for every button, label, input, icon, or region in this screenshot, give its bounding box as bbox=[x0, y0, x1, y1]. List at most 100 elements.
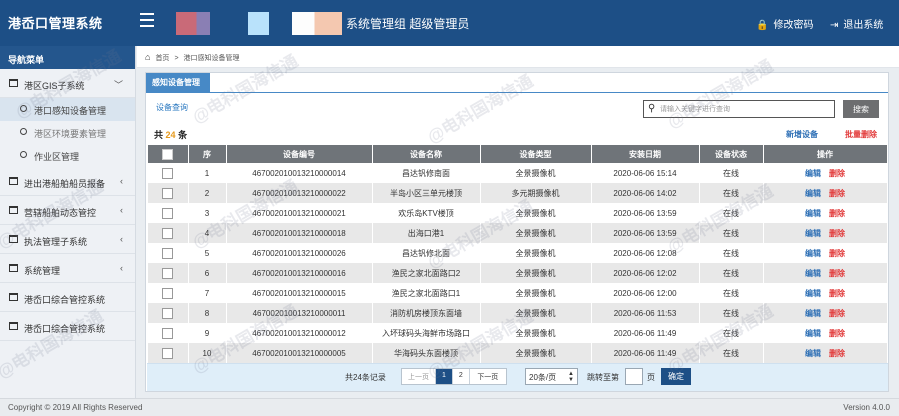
row-index: 6 bbox=[188, 263, 227, 283]
batch-delete-button[interactable]: 批量删除 bbox=[845, 129, 877, 140]
sidebar-group-port-control-1[interactable]: 港岙口综合管控系统 bbox=[0, 283, 135, 312]
edit-button[interactable]: 编辑 bbox=[805, 289, 821, 298]
delete-button[interactable]: 删除 bbox=[829, 349, 845, 358]
edit-button[interactable]: 编辑 bbox=[805, 249, 821, 258]
sidebar-group-law-enforcement[interactable]: 执法管理子系统 ‹ bbox=[0, 225, 135, 254]
window-icon bbox=[9, 264, 18, 272]
page-2-button[interactable]: 2 bbox=[453, 369, 470, 384]
row-checkbox[interactable] bbox=[162, 327, 174, 339]
install-date: 2020-06-06 11:49 bbox=[591, 343, 700, 363]
logout-icon: ⇥ bbox=[830, 20, 839, 31]
row-checkbox[interactable] bbox=[162, 227, 174, 239]
edit-button[interactable]: 编辑 bbox=[805, 329, 821, 338]
tab-underline bbox=[146, 92, 888, 93]
sidebar-group-label: 营辖船舶动态管控 bbox=[24, 208, 97, 218]
menu-toggle-icon[interactable] bbox=[140, 13, 154, 29]
window-icon bbox=[9, 177, 18, 185]
prev-page-button[interactable]: 上一页 bbox=[402, 369, 436, 384]
device-status: 在线 bbox=[699, 183, 764, 203]
sidebar-group-ship-dynamics[interactable]: 营辖船舶动态管控 ‹ bbox=[0, 196, 135, 225]
window-icon bbox=[9, 235, 18, 243]
edit-button[interactable]: 编辑 bbox=[805, 209, 821, 218]
top-header: 港岙口管理系统 系统管理组 超级管理员 🔒 修改密码 ⇥ 退出系统 bbox=[0, 0, 899, 46]
edit-button[interactable]: 编辑 bbox=[805, 349, 821, 358]
row-index: 7 bbox=[188, 283, 227, 303]
org-user-label: 系统管理组 超级管理员 bbox=[346, 17, 470, 31]
delete-button[interactable]: 删除 bbox=[829, 249, 845, 258]
logout-link[interactable]: ⇥ 退出系统 bbox=[830, 16, 883, 31]
delete-button[interactable]: 删除 bbox=[829, 229, 845, 238]
sidebar-group-system-admin[interactable]: 系统管理 ‹ bbox=[0, 254, 135, 283]
row-checkbox[interactable] bbox=[162, 347, 174, 359]
row-index: 8 bbox=[188, 303, 227, 323]
sidebar-item-environment[interactable]: 港区环境要素管理 bbox=[0, 121, 135, 144]
device-type: 全景摄像机 bbox=[480, 263, 592, 283]
device-status: 在线 bbox=[699, 303, 764, 323]
sidebar-group-port-control-2[interactable]: 港岙口综合管控系统 bbox=[0, 312, 135, 341]
delete-button[interactable]: 删除 bbox=[829, 209, 845, 218]
delete-button[interactable]: 删除 bbox=[829, 169, 845, 178]
sidebar-item-work-area[interactable]: 作业区管理 bbox=[0, 144, 135, 167]
tab-sensor-devices[interactable]: 感知设备管理 bbox=[146, 73, 210, 92]
device-code: 467002010013210000022 bbox=[226, 183, 373, 203]
edit-button[interactable]: 编辑 bbox=[805, 269, 821, 278]
row-checkbox[interactable] bbox=[162, 247, 174, 259]
change-password-link[interactable]: 🔒 修改密码 bbox=[756, 16, 813, 31]
jump-confirm-button[interactable]: 确定 bbox=[661, 368, 691, 385]
logout-label: 退出系统 bbox=[843, 20, 884, 31]
row-checkbox[interactable] bbox=[162, 287, 174, 299]
edit-button[interactable]: 编辑 bbox=[805, 229, 821, 238]
row-index: 3 bbox=[188, 203, 227, 223]
install-date: 2020-06-06 11:53 bbox=[591, 303, 700, 323]
next-page-button[interactable]: 下一页 bbox=[470, 369, 506, 384]
chevron-down-icon: ﹀ bbox=[113, 80, 123, 90]
search-button[interactable]: 搜索 bbox=[843, 100, 879, 118]
delete-button[interactable]: 删除 bbox=[829, 309, 845, 318]
row-checkbox[interactable] bbox=[162, 267, 174, 279]
sidebar-item-sensor-devices[interactable]: 港口感知设备管理 bbox=[0, 98, 135, 121]
device-name: 华海码头东面楼顶 bbox=[372, 343, 481, 363]
row-checkbox[interactable] bbox=[162, 187, 174, 199]
change-password-label: 修改密码 bbox=[773, 20, 814, 31]
chevron-left-icon: ‹ bbox=[120, 263, 123, 273]
row-checkbox[interactable] bbox=[162, 307, 174, 319]
breadcrumb-home[interactable]: 首页 bbox=[155, 55, 169, 62]
row-index: 1 bbox=[188, 163, 227, 183]
row-checkbox[interactable] bbox=[162, 167, 174, 179]
sidebar-group-gis[interactable]: 港区GIS子系统 ﹀ bbox=[0, 69, 135, 98]
window-icon bbox=[9, 293, 18, 301]
device-code: 467002010013210000018 bbox=[226, 223, 373, 243]
breadcrumb-current: 港口感知设备管理 bbox=[183, 55, 240, 62]
sidebar-group-label: 执法管理子系统 bbox=[24, 237, 88, 247]
edit-button[interactable]: 编辑 bbox=[805, 169, 821, 178]
device-status: 在线 bbox=[699, 203, 764, 223]
install-date: 2020-06-06 13:59 bbox=[591, 223, 700, 243]
column-header: 安装日期 bbox=[591, 145, 700, 163]
row-index: 5 bbox=[188, 243, 227, 263]
window-icon bbox=[9, 79, 18, 87]
add-device-button[interactable]: 新增设备 bbox=[786, 129, 818, 140]
edit-button[interactable]: 编辑 bbox=[805, 309, 821, 318]
window-icon bbox=[9, 322, 18, 330]
delete-button[interactable]: 删除 bbox=[829, 269, 845, 278]
delete-button[interactable]: 删除 bbox=[829, 289, 845, 298]
footer: Copyright © 2019 All Rights Reserved Ver… bbox=[0, 398, 899, 416]
install-date: 2020-06-06 12:00 bbox=[591, 283, 700, 303]
page-size-select[interactable]: 20条/页 ▲ ▼ bbox=[525, 368, 578, 385]
delete-button[interactable]: 删除 bbox=[829, 329, 845, 338]
page-1-button[interactable]: 1 bbox=[436, 369, 453, 384]
search-icon: ⚲ bbox=[648, 103, 656, 114]
device-name: 入坏球码头海鲜市场路口 bbox=[372, 323, 481, 343]
edit-button[interactable]: 编辑 bbox=[805, 189, 821, 198]
device-type: 全景摄像机 bbox=[480, 223, 592, 243]
jump-page-input[interactable] bbox=[625, 368, 643, 385]
row-checkbox[interactable] bbox=[162, 207, 174, 219]
device-name: 半岛小区三单元楼顶 bbox=[372, 183, 481, 203]
search-input[interactable] bbox=[660, 102, 830, 116]
sidebar-group-ship-crew-report[interactable]: 进出港船舶船员报备 ‹ bbox=[0, 167, 135, 196]
pagination-buttons: 上一页 1 2 下一页 bbox=[401, 368, 507, 385]
select-all-checkbox[interactable] bbox=[162, 148, 174, 160]
device-status: 在线 bbox=[699, 323, 764, 343]
home-icon[interactable]: ⌂ bbox=[145, 52, 150, 62]
delete-button[interactable]: 删除 bbox=[829, 189, 845, 198]
